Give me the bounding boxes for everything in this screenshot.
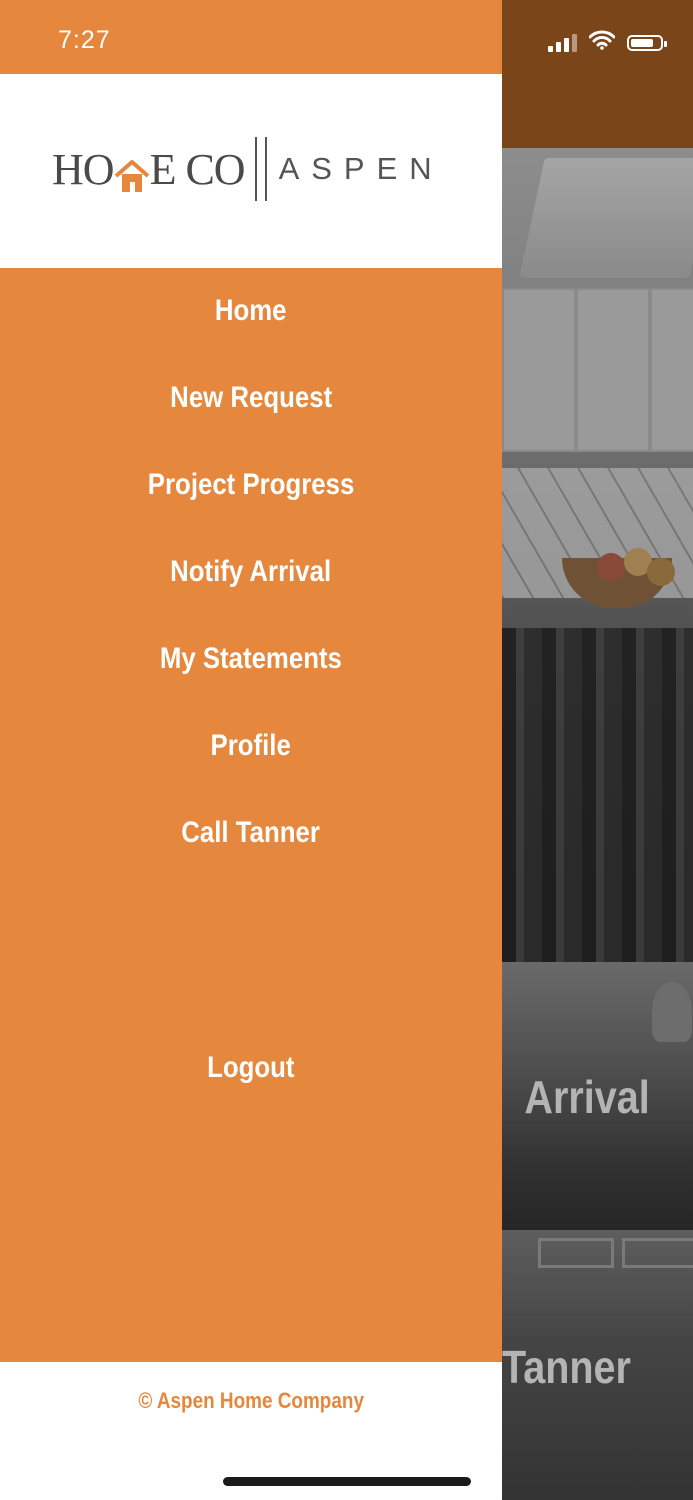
menu-item-new-request[interactable]: New Request [0,363,502,433]
menu-item-label: Profile [210,729,292,762]
home-co-aspen-logo: HO E CO ASPEN [52,134,444,204]
status-icons [548,30,667,55]
menu-item-project-progress[interactable]: Project Progress [0,450,502,520]
navigation-drawer: HO E CO ASPEN Home New Request Project P… [0,0,502,1500]
house-icon [114,152,150,192]
menu-item-profile[interactable]: Profile [0,711,502,781]
logout-label: Logout [207,1051,295,1084]
menu-item-label: Notify Arrival [170,555,332,588]
menu-item-label: Call Tanner [181,816,321,849]
logo-word-eco: E CO [149,144,246,194]
drawer-menu: Home New Request Project Progress Notify… [0,268,502,1362]
menu-item-home[interactable]: Home [0,276,502,346]
card-label-arrival: Arrival [524,1071,650,1123]
logo-header: HO E CO ASPEN [0,74,502,268]
menu-item-call-tanner[interactable]: Call Tanner [0,798,502,868]
menu-item-label: Project Progress [147,468,355,501]
battery-fill [631,38,654,47]
kitchen-photo [502,148,693,962]
logo-word-ho: HO [52,144,115,194]
menu-item-label: My Statements [159,642,343,675]
logo-divider [254,137,267,201]
status-time: 7:27 [58,26,111,54]
logout-button[interactable]: Logout [0,1033,502,1103]
menu-item-label: Home [215,294,287,327]
signal-icon [548,33,577,52]
copyright-text: © Aspen Home Company [0,1388,502,1414]
logo-word-aspen: ASPEN [278,151,444,186]
copyright-label: © Aspen Home Company [138,1388,364,1413]
home-indicator[interactable] [223,1477,471,1486]
battery-icon [627,34,667,51]
menu-item-label: New Request [169,381,333,414]
card-label-tanner: Tanner [502,1341,631,1393]
menu-item-my-statements[interactable]: My Statements [0,624,502,694]
menu-item-notify-arrival[interactable]: Notify Arrival [0,537,502,607]
wifi-icon [588,30,616,55]
